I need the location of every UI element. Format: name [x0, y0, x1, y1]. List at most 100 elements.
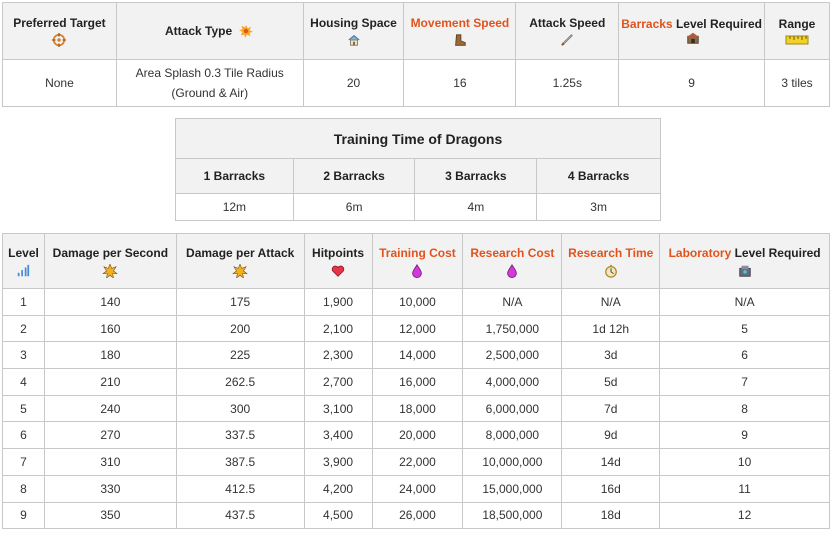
explosion-icon	[239, 25, 254, 39]
table-row: 4 210 262.5 2,700 16,000 4,000,000 5d 7	[2, 368, 830, 396]
laboratory-level-cell: 7	[659, 368, 830, 396]
range-label: Range	[778, 16, 816, 31]
level-label: Level	[8, 245, 39, 260]
dps-cell: 210	[43, 368, 177, 396]
training-cost-cell: 24,000	[371, 474, 464, 503]
heart-icon	[331, 265, 345, 277]
research-cost-cell: 8,000,000	[462, 421, 563, 450]
research-time-cell: 3d	[561, 341, 661, 370]
table-row: 1 140 175 1,900 10,000 N/A N/A N/A	[2, 288, 830, 316]
attack-type-label: Attack Type	[164, 23, 233, 38]
laboratory-level-label: Level Required	[734, 245, 821, 260]
laboratory-link[interactable]: Laboratory	[669, 246, 732, 260]
laboratory-level-cell: 11	[659, 474, 830, 503]
training-cost-cell: 20,000	[371, 421, 464, 450]
hitpoints-cell: 4,500	[303, 501, 373, 530]
housing-space-value: 20	[302, 59, 405, 107]
dpa-cell: 225	[175, 341, 305, 370]
range-header: Range	[764, 2, 830, 60]
research-time-cell: 9d	[561, 421, 661, 450]
research-cost-cell: 2,500,000	[462, 341, 563, 370]
laboratory-level-header: Laboratory Level Required	[659, 233, 830, 289]
hitpoints-label: Hitpoints	[312, 245, 365, 260]
level-cell: 2	[2, 314, 45, 343]
range-value: 3 tiles	[764, 59, 830, 107]
attack-type-value: Area Splash 0.3 Tile Radius (Ground & Ai…	[115, 59, 304, 107]
attack-speed-value: 1.25s	[515, 59, 620, 107]
laboratory-level-cell: 10	[659, 448, 830, 476]
training-value-3: 4m	[414, 193, 538, 221]
training-col-3-barracks: 3 Barracks	[414, 158, 538, 194]
training-cost-cell: 18,000	[371, 394, 464, 423]
research-cost-cell: 6,000,000	[462, 394, 563, 423]
level-cell: 5	[2, 394, 45, 423]
research-time-cell: 1d 12h	[561, 314, 661, 343]
research-time-cell: 14d	[561, 448, 661, 476]
laboratory-icon	[738, 265, 751, 277]
level-cell: 6	[2, 421, 45, 450]
dpa-cell: 300	[175, 394, 305, 423]
research-time-link[interactable]: Research Time	[568, 246, 653, 260]
research-cost-cell: 15,000,000	[462, 474, 563, 503]
training-cost-cell: 14,000	[371, 341, 464, 370]
preferred-target-header: Preferred Target	[2, 2, 117, 60]
dps-cell: 330	[43, 474, 177, 503]
movement-speed-value: 16	[403, 59, 517, 107]
research-time-cell: 16d	[561, 474, 661, 503]
dpa-cell: 412.5	[175, 474, 305, 503]
dpa-label: Damage per Attack	[186, 245, 295, 260]
damage-burst-icon	[232, 263, 248, 278]
training-cost-cell: 22,000	[371, 448, 464, 476]
level-stats-table: Level Damage per Second Damage per Attac…	[2, 233, 830, 530]
research-cost-cell: 1,750,000	[462, 314, 563, 343]
level-cell: 7	[2, 448, 45, 476]
laboratory-level-cell: 6	[659, 341, 830, 370]
training-value-2: 6m	[292, 193, 416, 221]
attack-speed-label: Attack Speed	[529, 15, 606, 30]
research-time-cell: 5d	[561, 368, 661, 396]
table-row: 6 270 337.5 3,400 20,000 8,000,000 9d 9	[2, 421, 830, 450]
training-caption-row: Training Time of Dragons	[175, 118, 661, 159]
level-bars-icon	[18, 264, 30, 276]
movement-speed-header: Movement Speed	[403, 2, 517, 60]
dpa-cell: 262.5	[175, 368, 305, 396]
research-time-header: Research Time	[561, 233, 661, 289]
research-cost-link[interactable]: Research Cost	[470, 246, 554, 260]
research-time-cell: 7d	[561, 394, 661, 423]
troop-stats-table: Preferred Target Attack Type Housing Spa…	[2, 2, 830, 107]
movement-speed-label[interactable]: Movement Speed	[411, 16, 510, 30]
level-cell: 4	[2, 368, 45, 396]
laboratory-level-cell: 8	[659, 394, 830, 423]
housing-space-label: Housing Space	[310, 15, 397, 30]
hitpoints-cell: 3,100	[303, 394, 373, 423]
stats-value-row: None Area Splash 0.3 Tile Radius (Ground…	[2, 59, 830, 107]
training-col-4-barracks: 4 Barracks	[536, 158, 661, 194]
dps-cell: 180	[43, 341, 177, 370]
levels-header-row: Level Damage per Second Damage per Attac…	[2, 233, 830, 289]
training-value-row: 12m 6m 4m 3m	[175, 193, 661, 221]
training-header-row: 1 Barracks 2 Barracks 3 Barracks 4 Barra…	[175, 158, 661, 194]
laboratory-level-cell: 5	[659, 314, 830, 343]
damage-burst-icon	[102, 263, 119, 278]
barracks-link[interactable]: Barracks	[621, 17, 672, 31]
dps-header: Damage per Second	[43, 233, 177, 289]
dpa-cell: 387.5	[175, 448, 305, 476]
table-row: 3 180 225 2,300 14,000 2,500,000 3d 6	[2, 341, 830, 370]
ruler-icon	[785, 35, 809, 44]
dpa-cell: 337.5	[175, 421, 305, 450]
barracks-icon	[686, 33, 700, 45]
hitpoints-header: Hitpoints	[303, 233, 373, 289]
laboratory-level-cell: 12	[659, 501, 830, 530]
sword-icon	[561, 33, 574, 46]
elixir-drop-icon	[412, 263, 423, 278]
table-row: 7 310 387.5 3,900 22,000 10,000,000 14d 10	[2, 448, 830, 476]
hitpoints-cell: 2,700	[303, 368, 373, 396]
table-row: 2 160 200 2,100 12,000 1,750,000 1d 12h 5	[2, 314, 830, 343]
hitpoints-cell: 3,400	[303, 421, 373, 450]
hitpoints-cell: 4,200	[303, 474, 373, 503]
level-cell: 3	[2, 341, 45, 370]
research-cost-header: Research Cost	[462, 233, 563, 289]
levels-body: 1 140 175 1,900 10,000 N/A N/A N/A 2 160 200 2,100 1…	[2, 288, 830, 530]
research-cost-cell: N/A	[462, 288, 563, 316]
training-cost-link[interactable]: Training Cost	[379, 246, 456, 260]
